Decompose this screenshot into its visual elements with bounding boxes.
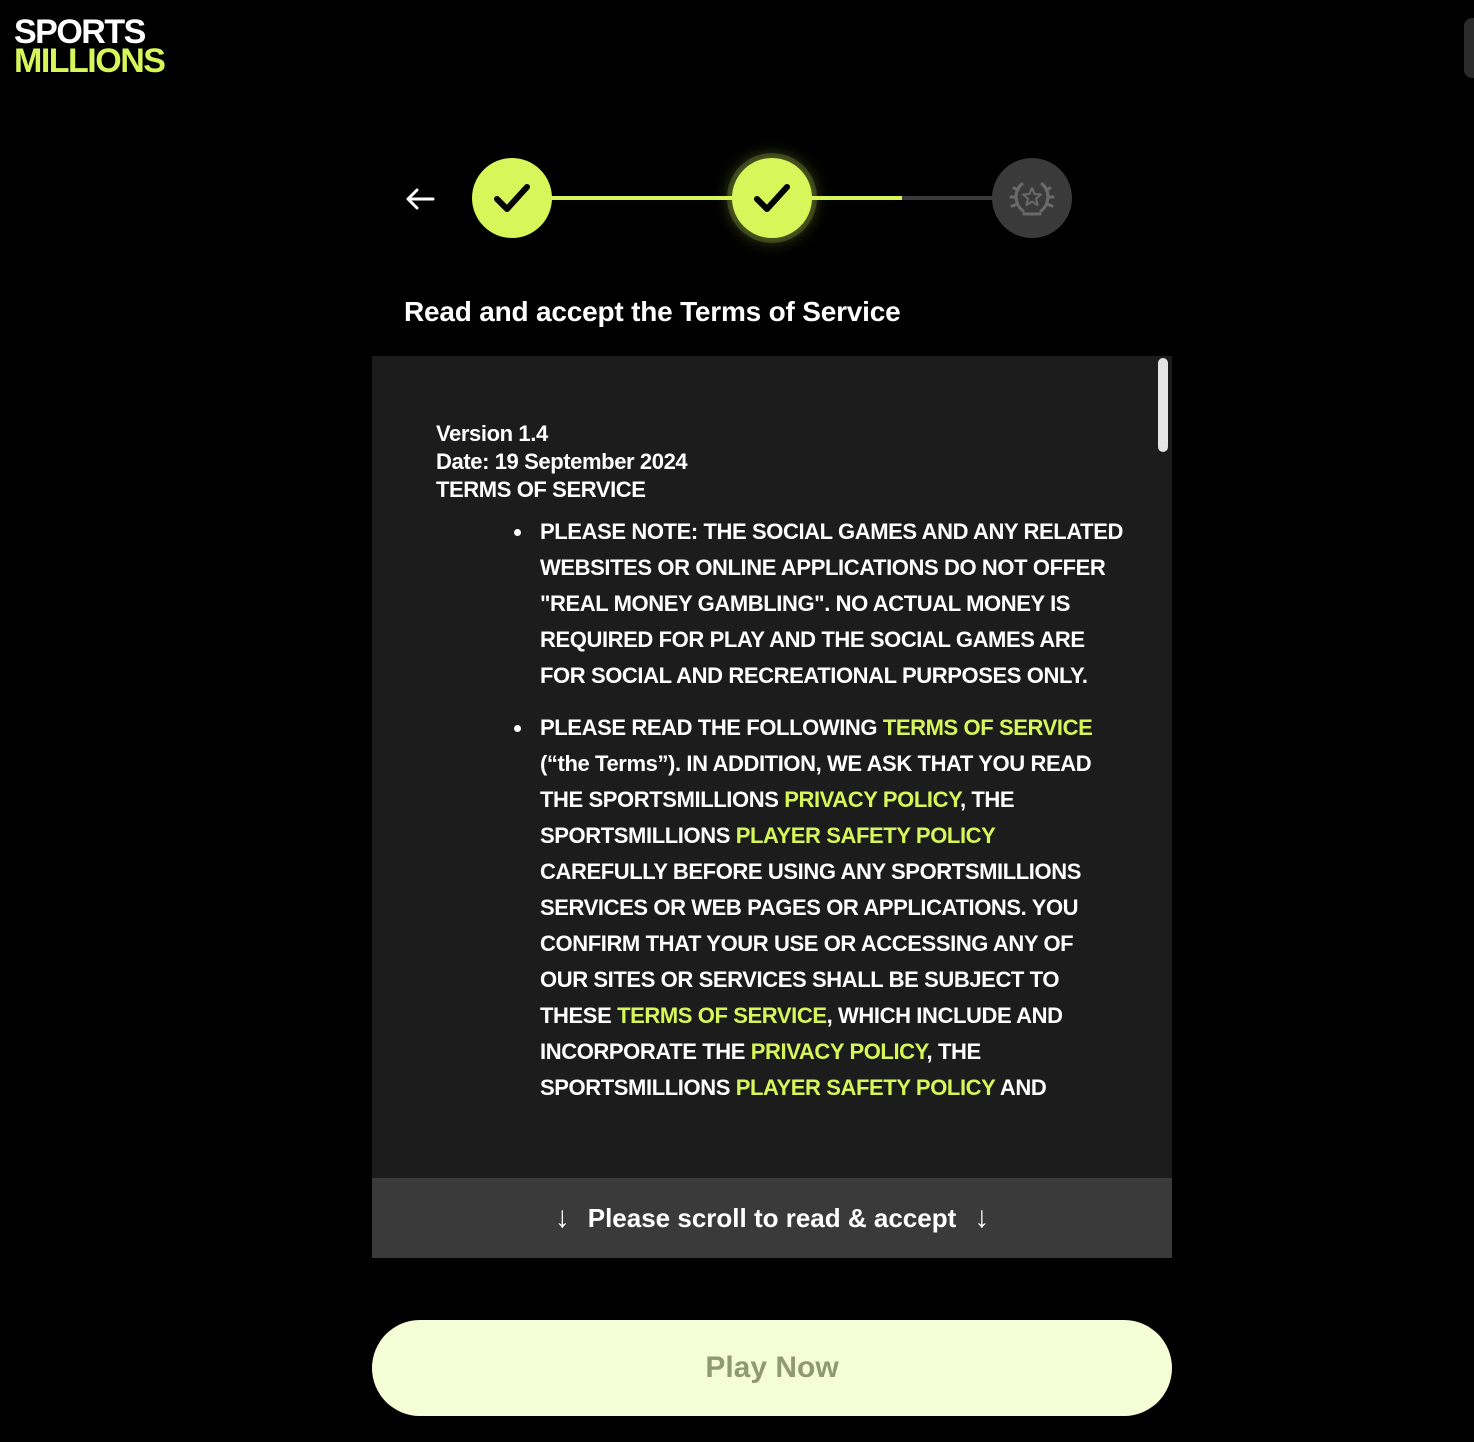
terms-scrollbar[interactable] bbox=[1158, 358, 1168, 1176]
laurel-wreath-star-icon bbox=[1009, 182, 1055, 216]
scroll-to-accept-banner[interactable]: ↓ Please scroll to read & accept ↓ bbox=[372, 1178, 1172, 1258]
terms-scrollbar-thumb[interactable] bbox=[1158, 358, 1168, 452]
terms-text: AND bbox=[995, 1075, 1047, 1100]
terms-date: Date: 19 September 2024 bbox=[436, 449, 688, 474]
checkmark-icon bbox=[754, 184, 790, 212]
terms-scroll-panel[interactable]: Version 1.4 Date: 19 September 2024 TERM… bbox=[372, 356, 1172, 1258]
player-safety-policy-link[interactable]: PLAYER SAFETY POLICY bbox=[736, 823, 996, 848]
step-connector-progress bbox=[808, 196, 902, 200]
logo-line-millions: MILLIONS bbox=[14, 42, 166, 81]
back-button[interactable] bbox=[400, 180, 440, 218]
privacy-policy-link[interactable]: PRIVACY POLICY bbox=[751, 1039, 927, 1064]
scroll-hint-text: Please scroll to read & accept bbox=[587, 1202, 957, 1233]
terms-of-service-link[interactable]: TERMS OF SERVICE bbox=[617, 1003, 827, 1028]
sportsmillions-logo[interactable]: SPORTS MILLIONS bbox=[14, 15, 166, 81]
step-1-completed bbox=[472, 158, 552, 238]
terms-text: PLEASE READ THE FOLLOWING bbox=[540, 715, 883, 740]
step-connector-pending bbox=[902, 196, 996, 200]
step-connector-completed bbox=[548, 196, 736, 200]
onboarding-page: SPORTS MILLIONS Read and accept the Term… bbox=[0, 0, 1474, 1442]
play-now-button[interactable]: Play Now bbox=[372, 1320, 1172, 1416]
player-safety-policy-link[interactable]: PLAYER SAFETY POLICY bbox=[736, 1075, 996, 1100]
arrow-down-icon: ↓ bbox=[554, 1201, 570, 1234]
terms-content: Version 1.4 Date: 19 September 2024 TERM… bbox=[436, 420, 1126, 1122]
terms-item-read-terms: PLEASE READ THE FOLLOWING TERMS OF SERVI… bbox=[514, 710, 1126, 1106]
arrow-down-icon: ↓ bbox=[974, 1201, 990, 1234]
step-2-completed bbox=[732, 158, 812, 238]
terms-version: Version 1.4 bbox=[436, 421, 548, 446]
arrow-left-icon bbox=[406, 188, 435, 210]
terms-list: PLEASE NOTE: THE SOCIAL GAMES AND ANY RE… bbox=[436, 514, 1126, 1106]
terms-item-notice: PLEASE NOTE: THE SOCIAL GAMES AND ANY RE… bbox=[514, 514, 1126, 694]
page-title: Read and accept the Terms of Service bbox=[404, 296, 901, 327]
terms-title: TERMS OF SERVICE bbox=[436, 477, 646, 502]
step-3-pending bbox=[992, 158, 1072, 238]
checkmark-icon bbox=[494, 184, 530, 212]
privacy-policy-link[interactable]: PRIVACY POLICY bbox=[784, 787, 960, 812]
side-panel-tab[interactable] bbox=[1464, 18, 1474, 78]
terms-of-service-link[interactable]: TERMS OF SERVICE bbox=[883, 715, 1093, 740]
